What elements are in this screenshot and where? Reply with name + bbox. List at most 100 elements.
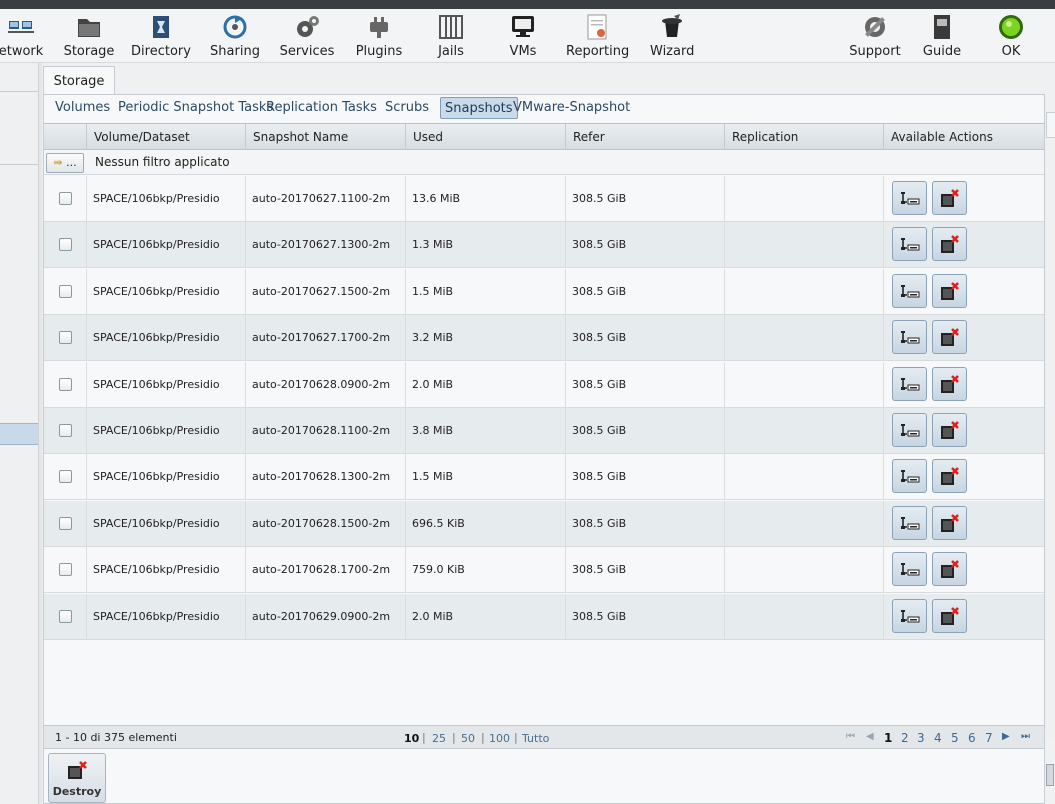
header-select-all[interactable]: [44, 124, 87, 150]
toolbar-wizard-button[interactable]: Wizard: [650, 13, 694, 61]
row-checkbox[interactable]: [59, 238, 72, 251]
toolbar-plugins-button[interactable]: Plugins: [354, 13, 404, 61]
cell-used: 2.0 MiB: [406, 594, 566, 640]
last-page-icon[interactable]: ⏭: [1021, 731, 1030, 742]
row-checkbox[interactable]: [59, 424, 72, 437]
header-volume-dataset[interactable]: Volume/Dataset: [87, 124, 246, 150]
toolbar-storage-button[interactable]: Storage: [62, 13, 116, 61]
cell-refer: 308.5 GiB: [566, 454, 725, 500]
grid-pagination-footer: 1 - 10 di 375 elementi 10 | 25 | 50 | 10…: [44, 725, 1044, 749]
clone-snapshot-button[interactable]: [892, 459, 927, 493]
subtab-periodic-snapshot-tasks[interactable]: Periodic Snapshot Tasks: [114, 97, 277, 119]
destroy-snapshot-button[interactable]: [932, 227, 967, 261]
table-row[interactable]: SPACE/106bkp/Presidio auto-20170627.1700-…: [44, 315, 1044, 361]
toolbar-status-ok-button[interactable]: OK: [994, 13, 1028, 61]
destroy-snapshot-button[interactable]: [932, 274, 967, 308]
toolbar-storage-label: Storage: [63, 44, 115, 59]
page-size-100[interactable]: 100: [489, 732, 510, 745]
toolbar-directory-button[interactable]: Directory: [131, 13, 191, 61]
toolbar-services-button[interactable]: Services: [279, 13, 335, 61]
header-snapshot-name[interactable]: Snapshot Name: [246, 124, 406, 150]
toolbar-reporting-button[interactable]: Reporting: [566, 13, 629, 61]
subtab-volumes[interactable]: Volumes: [51, 97, 114, 119]
scrollbar-thumb[interactable]: [1046, 764, 1054, 786]
table-row[interactable]: SPACE/106bkp/Presidio auto-20170628.1300-…: [44, 454, 1044, 500]
table-row[interactable]: SPACE/106bkp/Presidio auto-20170628.0900-…: [44, 362, 1044, 408]
prev-page-icon[interactable]: ◀: [866, 731, 874, 742]
page-3[interactable]: 3: [917, 731, 925, 745]
destroy-snapshot-button[interactable]: [932, 459, 967, 493]
next-page-icon[interactable]: ▶: [1002, 731, 1010, 742]
subtab-vmware-snapshot[interactable]: VMware-Snapshot: [509, 97, 634, 119]
cell-refer: 308.5 GiB: [566, 269, 725, 315]
first-page-icon[interactable]: ⏮: [846, 731, 855, 742]
table-row[interactable]: SPACE/106bkp/Presidio auto-20170627.1100-…: [44, 176, 1044, 222]
filter-button[interactable]: ⇛ ...: [46, 153, 84, 173]
row-checkbox[interactable]: [59, 331, 72, 344]
destroy-snapshot-button[interactable]: [932, 367, 967, 401]
bottom-right-scrollbar[interactable]: [1044, 740, 1055, 804]
page-7[interactable]: 7: [985, 731, 993, 745]
header-used[interactable]: Used: [406, 124, 566, 150]
table-row[interactable]: SPACE/106bkp/Presidio auto-20170629.0900-…: [44, 594, 1044, 640]
cell-available-actions: [884, 454, 1044, 500]
destroy-snapshot-button[interactable]: [932, 552, 967, 586]
clone-snapshot-button[interactable]: [892, 413, 927, 447]
clone-snapshot-button[interactable]: [892, 320, 927, 354]
page-5[interactable]: 5: [951, 731, 959, 745]
cell-refer: 308.5 GiB: [566, 408, 725, 454]
left-panel-selected-item[interactable]: [0, 423, 38, 445]
page-2[interactable]: 2: [901, 731, 909, 745]
toolbar-network-button[interactable]: etwork: [0, 13, 46, 61]
clone-snapshot-button[interactable]: [892, 227, 927, 261]
destroy-snapshot-button[interactable]: [932, 320, 967, 354]
subtab-replication-tasks[interactable]: Replication Tasks: [262, 97, 381, 119]
toolbar-support-button[interactable]: Support: [849, 13, 901, 61]
page-4[interactable]: 4: [934, 731, 942, 745]
clone-snapshot-button[interactable]: [892, 599, 927, 633]
destroy-snapshot-button[interactable]: [932, 181, 967, 215]
subtab-scrubs[interactable]: Scrubs: [381, 97, 433, 119]
row-checkbox[interactable]: [59, 517, 72, 530]
clone-snapshot-button[interactable]: [892, 367, 927, 401]
table-row[interactable]: SPACE/106bkp/Presidio auto-20170628.1500-…: [44, 501, 1044, 547]
row-checkbox[interactable]: [59, 192, 72, 205]
panel-splitter[interactable]: [38, 63, 42, 804]
toolbar-vms-button[interactable]: VMs: [505, 13, 541, 61]
toolbar-jails-button[interactable]: Jails: [432, 13, 470, 61]
tab-storage[interactable]: Storage: [43, 66, 115, 95]
cell-volume-dataset: SPACE/106bkp/Presidio: [87, 362, 246, 408]
subtab-snapshots[interactable]: Snapshots: [440, 97, 518, 119]
row-checkbox[interactable]: [59, 285, 72, 298]
page-size-separator: |: [422, 731, 426, 744]
row-checkbox[interactable]: [59, 378, 72, 391]
clone-snapshot-button[interactable]: [892, 506, 927, 540]
toolbar-sharing-button[interactable]: Sharing: [208, 13, 262, 61]
clone-snapshot-button[interactable]: [892, 552, 927, 586]
header-replication[interactable]: Replication: [725, 124, 884, 150]
cell-replication: [725, 594, 884, 640]
table-row[interactable]: SPACE/106bkp/Presidio auto-20170628.1700-…: [44, 547, 1044, 593]
toolbar-guide-button[interactable]: Guide: [922, 13, 962, 61]
destroy-snapshot-button[interactable]: [932, 599, 967, 633]
row-checkbox[interactable]: [59, 563, 72, 576]
destroy-button[interactable]: Destroy: [48, 753, 106, 803]
table-row[interactable]: SPACE/106bkp/Presidio auto-20170627.1500-…: [44, 269, 1044, 315]
clone-snapshot-button[interactable]: [892, 181, 927, 215]
destroy-snapshot-button[interactable]: [932, 506, 967, 540]
page-1[interactable]: 1: [884, 731, 892, 745]
page-size-50[interactable]: 50: [461, 732, 475, 745]
right-scroll-handle[interactable]: [1046, 112, 1055, 138]
row-checkbox[interactable]: [59, 470, 72, 483]
table-row[interactable]: SPACE/106bkp/Presidio auto-20170627.1300-…: [44, 222, 1044, 268]
header-refer[interactable]: Refer: [566, 124, 725, 150]
page-size-all[interactable]: Tutto: [522, 732, 549, 745]
page-size-10[interactable]: 10: [404, 732, 419, 745]
clone-snapshot-button[interactable]: [892, 274, 927, 308]
table-row[interactable]: SPACE/106bkp/Presidio auto-20170628.1100-…: [44, 408, 1044, 454]
row-checkbox[interactable]: [59, 610, 72, 623]
destroy-snapshot-button[interactable]: [932, 413, 967, 447]
page-6[interactable]: 6: [968, 731, 976, 745]
page-size-25[interactable]: 25: [432, 732, 446, 745]
window-top-strip: [0, 0, 1055, 9]
